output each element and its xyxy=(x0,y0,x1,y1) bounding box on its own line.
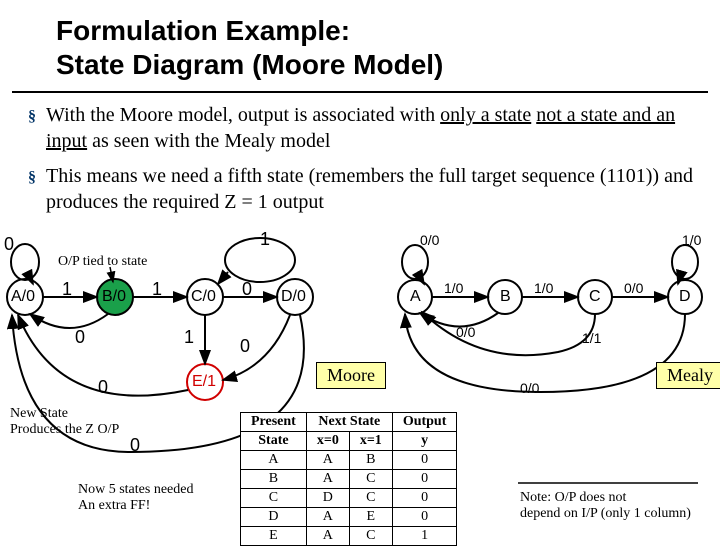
op-tied-label: O/P tied to state xyxy=(58,254,147,270)
new-state-note: New State Produces the Z O/P xyxy=(10,406,119,438)
edge-AB: 1 xyxy=(62,279,72,300)
title-line1: Formulation Example: xyxy=(56,14,664,48)
moore-loopA: 0 xyxy=(4,234,14,255)
mealy-BC: 1/0 xyxy=(534,280,553,296)
title-line2: State Diagram (Moore Model) xyxy=(56,48,664,82)
bullet-marker-icon: § xyxy=(28,107,36,154)
b1-post: as seen with the Mealy model xyxy=(87,130,330,152)
output-note: Note: O/P does not depend on I/P (only 1… xyxy=(520,490,691,522)
edge-CD: 0 xyxy=(242,279,252,300)
table-row: AAB0 xyxy=(241,451,457,470)
th-next: Next State xyxy=(306,413,392,432)
diagram-area: O/P tied to state 0 1 A/0 B/0 C/0 D/0 E/… xyxy=(0,232,720,540)
bullet-1: § With the Moore model, output is associ… xyxy=(28,103,702,154)
mealy-CE: 1/1 xyxy=(582,330,601,346)
title-block: Formulation Example: State Diagram (Moor… xyxy=(0,0,720,87)
table-row: CDC0 xyxy=(241,489,457,508)
th-y: y xyxy=(392,432,457,451)
state-E: E/1 xyxy=(192,373,216,391)
mealy-CD: 0/0 xyxy=(624,280,643,296)
table-header-row-1: Present Next State Output xyxy=(241,413,457,432)
mealy-C: C xyxy=(589,288,601,306)
state-B: B/0 xyxy=(102,288,126,306)
edge-BA: 0 xyxy=(75,327,85,348)
edge-CE: 1 xyxy=(184,327,194,348)
bullet-1-text: With the Moore model, output is associat… xyxy=(46,103,702,154)
mealy-DA: 0/0 xyxy=(520,380,539,396)
mealy-D: D xyxy=(679,288,691,306)
th-state: State xyxy=(241,432,307,451)
bullet-marker-icon: § xyxy=(28,168,36,215)
bullet-2-text: This means we need a fifth state (rememb… xyxy=(46,164,702,215)
mealy-loopD: 1/0 xyxy=(682,232,701,248)
table-row: DAE0 xyxy=(241,508,457,527)
edge-bottom: 0 xyxy=(130,435,140,456)
mealy-label-box: Mealy xyxy=(656,362,720,389)
table-header-row-2: State x=0 x=1 y xyxy=(241,432,457,451)
th-x0: x=0 xyxy=(306,432,349,451)
table-row: EAC1 xyxy=(241,527,457,546)
table-row: BAC0 xyxy=(241,470,457,489)
mealy-A: A xyxy=(410,288,421,306)
underline-icon xyxy=(518,476,698,490)
th-output: Output xyxy=(392,413,457,432)
moore-label-box: Moore xyxy=(316,362,386,389)
edge-EA: 0 xyxy=(98,377,108,398)
th-x1: x=1 xyxy=(349,432,392,451)
state-C: C/0 xyxy=(191,288,216,306)
mealy-loopA: 0/0 xyxy=(420,232,439,248)
five-states-note: Now 5 states needed An extra FF! xyxy=(78,482,193,514)
b1-u1: only a state xyxy=(440,104,531,126)
moore-loop-right: 1 xyxy=(260,229,270,250)
mealy-AB: 1/0 xyxy=(444,280,463,296)
th-present: Present xyxy=(241,413,307,432)
bullet-2: § This means we need a fifth state (reme… xyxy=(28,164,702,215)
state-D: D/0 xyxy=(281,288,306,306)
mealy-B: B xyxy=(500,288,511,306)
bullets: § With the Moore model, output is associ… xyxy=(0,93,720,215)
edge-BC: 1 xyxy=(152,279,162,300)
b1-pre: With the Moore model, output is associat… xyxy=(46,104,440,126)
truth-table: Present Next State Output State x=0 x=1 … xyxy=(240,412,457,546)
state-A: A/0 xyxy=(11,288,35,306)
mealy-BA: 0/0 xyxy=(456,324,475,340)
table-body: AAB0 BAC0 CDC0 DAE0 EAC1 xyxy=(241,451,457,546)
edge-DE: 0 xyxy=(240,336,250,357)
